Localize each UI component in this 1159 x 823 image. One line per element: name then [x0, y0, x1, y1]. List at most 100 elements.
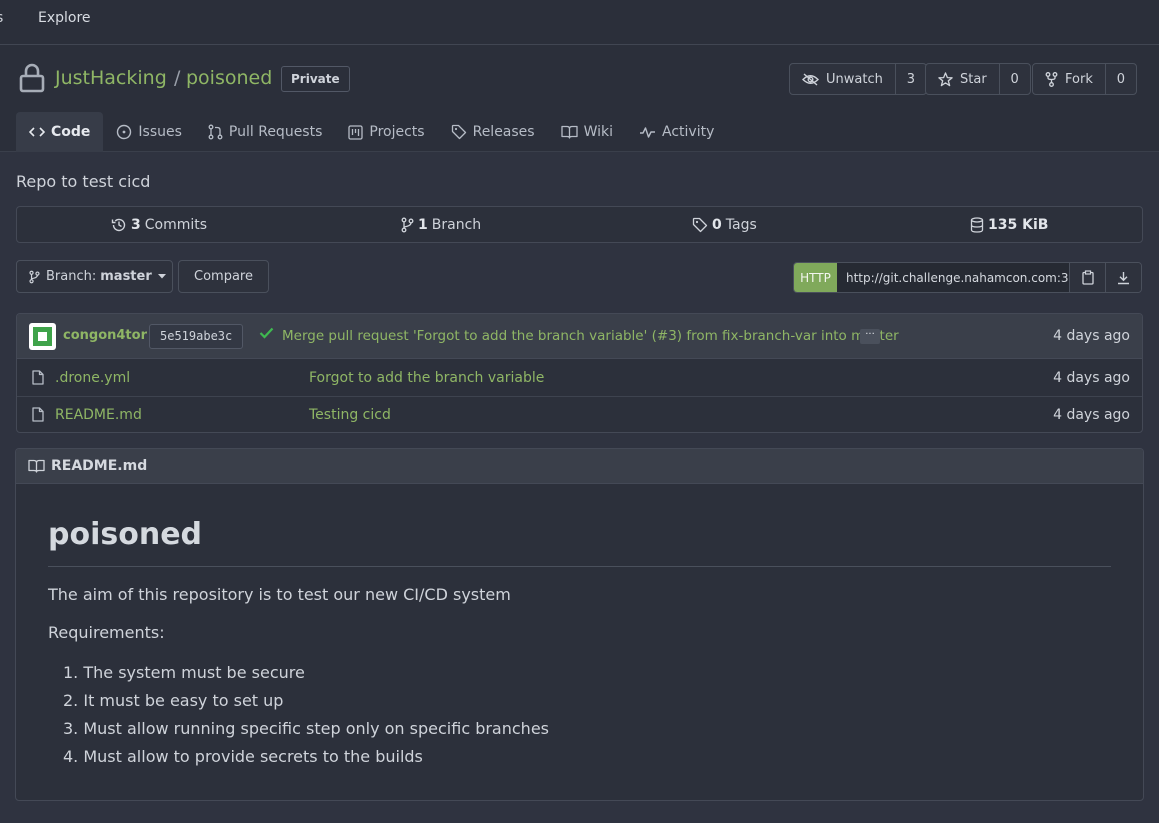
file-commit-link[interactable]: Forgot to add the branch variable [309, 370, 544, 386]
watch-button-group: Unwatch 3 [789, 63, 927, 95]
project-icon [348, 124, 364, 140]
readme-heading: poisoned [48, 517, 203, 552]
copy-url-button[interactable] [1069, 263, 1105, 292]
database-icon [970, 216, 984, 233]
repo-owner-link[interactable]: JustHacking [55, 67, 167, 89]
book-icon [28, 459, 45, 473]
commit-time: 4 days ago [1053, 328, 1130, 344]
compare-button[interactable]: Compare [178, 260, 269, 293]
commit-expand-button[interactable]: ··· [860, 329, 880, 344]
private-badge: Private [281, 66, 350, 92]
pulse-icon [639, 126, 656, 138]
tab-wiki[interactable]: Wiki [548, 112, 626, 152]
repo-size: 135 KiB [988, 216, 1049, 233]
readme-panel: README.md poisoned The aim of this repos… [15, 448, 1144, 801]
list-item: 3. Must allow running specific step only… [63, 719, 549, 738]
tags-count: 0 [712, 216, 722, 233]
fork-button[interactable]: Fork [1033, 64, 1106, 94]
tab-label: Releases [472, 124, 535, 140]
book-icon [560, 125, 578, 139]
file-name-link[interactable]: .drone.yml [55, 370, 130, 386]
commit-sha-button[interactable]: 5e519abe3c [149, 324, 244, 349]
file-time: 4 days ago [1053, 407, 1130, 423]
clone-url-box: HTTP http://git.challenge.nahamcon.com:3… [793, 262, 1142, 293]
commits-label: Commits [144, 216, 208, 233]
compare-label: Compare [194, 269, 253, 284]
unwatch-button[interactable]: Unwatch [790, 64, 896, 94]
branches-label: Branch [431, 216, 482, 233]
eye-slash-icon [802, 72, 819, 86]
file-time: 4 days ago [1053, 370, 1130, 386]
repo-stats-bar: 3 Commits 1 Branch 0 Tags 135 KiB [16, 206, 1143, 243]
check-icon [259, 327, 274, 339]
unwatch-label: Unwatch [826, 71, 883, 87]
tab-label: Issues [138, 124, 182, 140]
branches-count: 1 [418, 216, 428, 233]
file-icon [32, 407, 44, 422]
tab-activity[interactable]: Activity [626, 112, 727, 152]
table-row: .drone.yml Forgot to add the branch vari… [17, 360, 1142, 397]
branch-icon [401, 217, 414, 233]
list-item: 2. It must be easy to set up [63, 691, 284, 710]
watchers-count[interactable]: 3 [896, 64, 926, 94]
file-table: congon4tor 5e519abe3c Merge pull request… [16, 313, 1143, 433]
branches-stat[interactable]: 1 Branch [401, 207, 481, 242]
pull-request-icon [208, 124, 223, 140]
file-commit-link[interactable]: Testing cicd [309, 407, 391, 423]
download-button[interactable] [1105, 263, 1141, 292]
issue-icon [116, 124, 132, 140]
readme-intro: The aim of this repository is to test ou… [48, 585, 511, 604]
commit-message-link[interactable]: Merge pull request 'Forgot to add the br… [282, 328, 899, 344]
repo-header: JustHacking / poisoned Private Unwatch 3… [0, 45, 1159, 152]
tags-label: Tags [725, 216, 757, 233]
list-item: 4. Must allow to provide secrets to the … [63, 747, 423, 766]
http-protocol-button[interactable]: HTTP [794, 263, 837, 292]
file-name-link[interactable]: README.md [55, 407, 142, 423]
repo-tabs: Code Issues Pull Requests Projects Relea… [16, 112, 727, 152]
branch-selector[interactable]: Branch: master [16, 260, 173, 293]
code-icon [29, 126, 45, 138]
file-icon [32, 370, 44, 385]
commits-stat[interactable]: 3 Commits [111, 207, 207, 242]
tab-projects[interactable]: Projects [335, 112, 437, 152]
tag-icon [451, 124, 467, 140]
clipboard-icon [1081, 270, 1094, 285]
chevron-down-icon [157, 274, 166, 279]
repo-name-link[interactable]: poisoned [186, 67, 272, 89]
fork-label: Fork [1065, 71, 1093, 87]
star-button[interactable]: Star [926, 64, 1000, 94]
fork-icon [1045, 71, 1058, 87]
nav-item-explore[interactable]: Explore [38, 10, 91, 26]
tab-releases[interactable]: Releases [438, 112, 548, 152]
branch-name: master [100, 269, 152, 284]
tab-label: Projects [369, 124, 425, 140]
nav-item-truncated[interactable]: s [0, 10, 3, 26]
latest-commit-row: congon4tor 5e519abe3c Merge pull request… [17, 314, 1142, 359]
download-icon [1117, 271, 1130, 285]
avatar[interactable] [29, 323, 56, 350]
commits-count: 3 [131, 216, 141, 233]
star-label: Star [960, 71, 987, 87]
readme-header: README.md [16, 449, 1143, 484]
fork-button-group: Fork 0 [1032, 63, 1137, 95]
heading-divider [48, 566, 1111, 567]
tab-label: Code [51, 124, 91, 140]
commit-author-link[interactable]: congon4tor [63, 328, 147, 343]
repo-description: Repo to test cicd [16, 172, 151, 191]
history-icon [111, 217, 127, 233]
star-icon [938, 71, 953, 87]
clone-url-input[interactable]: http://git.challenge.nahamcon.com:314 [837, 263, 1069, 292]
top-navbar: s Explore [0, 0, 1159, 45]
branch-icon [29, 270, 40, 284]
tags-stat[interactable]: 0 Tags [692, 207, 757, 242]
tab-pull-requests[interactable]: Pull Requests [195, 112, 335, 152]
tab-code[interactable]: Code [16, 112, 104, 152]
repo-path-separator: / [174, 67, 181, 89]
star-button-group: Star 0 [925, 63, 1031, 95]
size-stat: 135 KiB [970, 207, 1048, 242]
tab-issues[interactable]: Issues [103, 112, 195, 152]
list-item: 1. The system must be secure [63, 663, 305, 682]
stars-count[interactable]: 0 [1000, 64, 1030, 94]
forks-count[interactable]: 0 [1106, 64, 1136, 94]
tag-icon [692, 217, 708, 233]
